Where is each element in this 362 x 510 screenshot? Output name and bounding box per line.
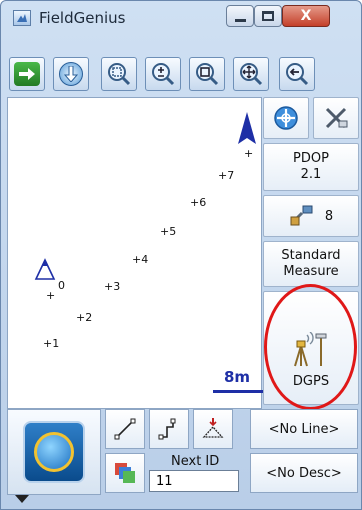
maximize-button[interactable] bbox=[254, 5, 282, 27]
zoom-in-out-icon bbox=[152, 63, 175, 86]
zoom-extents-icon bbox=[196, 63, 219, 86]
current-position-marker: + bbox=[244, 147, 254, 160]
previous-view-icon bbox=[286, 63, 309, 86]
no-line-button[interactable]: <No Line> bbox=[250, 409, 358, 449]
map-point[interactable]: +6 bbox=[190, 197, 206, 208]
draw-line-button[interactable] bbox=[105, 409, 145, 449]
maximize-icon bbox=[262, 11, 274, 21]
close-icon: X bbox=[300, 8, 312, 24]
stake-icon bbox=[202, 418, 224, 438]
layers-button[interactable] bbox=[105, 453, 145, 493]
minimize-button[interactable] bbox=[226, 5, 254, 27]
control-point-triangle-icon bbox=[34, 258, 56, 280]
tools-button[interactable] bbox=[313, 97, 359, 139]
exit-arrow-icon bbox=[14, 62, 40, 86]
bottom-bar: <No Line> Next ID 11 <No Desc> bbox=[7, 409, 359, 505]
satellite-count: 8 bbox=[324, 208, 334, 224]
pdop-button[interactable]: PDOP 2.1 bbox=[263, 143, 359, 191]
current-position-icon bbox=[238, 112, 256, 144]
main-menu-button[interactable] bbox=[7, 409, 101, 495]
previous-view-button[interactable] bbox=[279, 57, 315, 91]
pan-button[interactable] bbox=[233, 57, 269, 91]
pan-icon bbox=[240, 63, 263, 86]
close-button[interactable]: X bbox=[282, 5, 330, 27]
map-point[interactable]: +7 bbox=[218, 170, 234, 181]
compass-button[interactable] bbox=[263, 97, 309, 139]
app-icon bbox=[13, 10, 31, 26]
menu-dropdown-arrow-icon[interactable] bbox=[15, 495, 29, 503]
stake-point-button[interactable] bbox=[193, 409, 233, 449]
measure-down-button[interactable] bbox=[53, 57, 89, 91]
compass-icon bbox=[274, 106, 298, 130]
control-point-marker: + bbox=[46, 289, 56, 302]
map-point[interactable]: +4 bbox=[132, 254, 148, 265]
control-point-label: 0 bbox=[58, 279, 65, 292]
zoom-extents-button[interactable] bbox=[189, 57, 225, 91]
minimize-icon bbox=[234, 18, 246, 22]
app-window: FieldGenius X 0 + +1 +2 +3 +4 +5 +6 +7 +… bbox=[0, 0, 362, 510]
satellite-icon bbox=[290, 205, 313, 226]
polyline-icon bbox=[158, 418, 176, 440]
measure-mode-line1: Standard bbox=[281, 248, 341, 264]
measure-mode-button[interactable]: Standard Measure bbox=[263, 241, 359, 287]
map-toolbar bbox=[9, 57, 357, 97]
satellites-button[interactable]: 8 bbox=[263, 195, 359, 237]
pdop-value: 2.1 bbox=[300, 167, 322, 182]
map-point[interactable]: +1 bbox=[43, 338, 59, 349]
line-icon bbox=[114, 418, 136, 440]
pdop-label: PDOP bbox=[293, 151, 329, 167]
scale-label: 8m bbox=[224, 368, 251, 386]
no-desc-button[interactable]: <No Desc> bbox=[250, 453, 358, 493]
map-point[interactable]: +2 bbox=[76, 312, 92, 323]
title-bar: FieldGenius X bbox=[1, 1, 361, 35]
map-view[interactable]: 0 + +1 +2 +3 +4 +5 +6 +7 + 8m bbox=[7, 97, 263, 409]
tools-icon bbox=[325, 107, 348, 129]
zoom-in-out-button[interactable] bbox=[145, 57, 181, 91]
map-point[interactable]: +5 bbox=[160, 226, 176, 237]
exit-button[interactable] bbox=[9, 57, 45, 91]
zoom-window-button[interactable] bbox=[101, 57, 137, 91]
window-title: FieldGenius bbox=[39, 9, 126, 27]
map-point[interactable]: +3 bbox=[104, 281, 120, 292]
next-id-field[interactable]: 11 bbox=[149, 470, 239, 492]
measure-mode-line2: Measure bbox=[283, 264, 339, 279]
next-id-label: Next ID bbox=[171, 454, 220, 469]
draw-polyline-button[interactable] bbox=[149, 409, 189, 449]
highlight-circle bbox=[264, 284, 357, 410]
measure-down-icon bbox=[59, 62, 83, 86]
main-menu-icon bbox=[23, 421, 85, 483]
scale-bar bbox=[213, 390, 263, 393]
layers-icon bbox=[115, 463, 135, 483]
zoom-window-icon bbox=[108, 63, 131, 86]
